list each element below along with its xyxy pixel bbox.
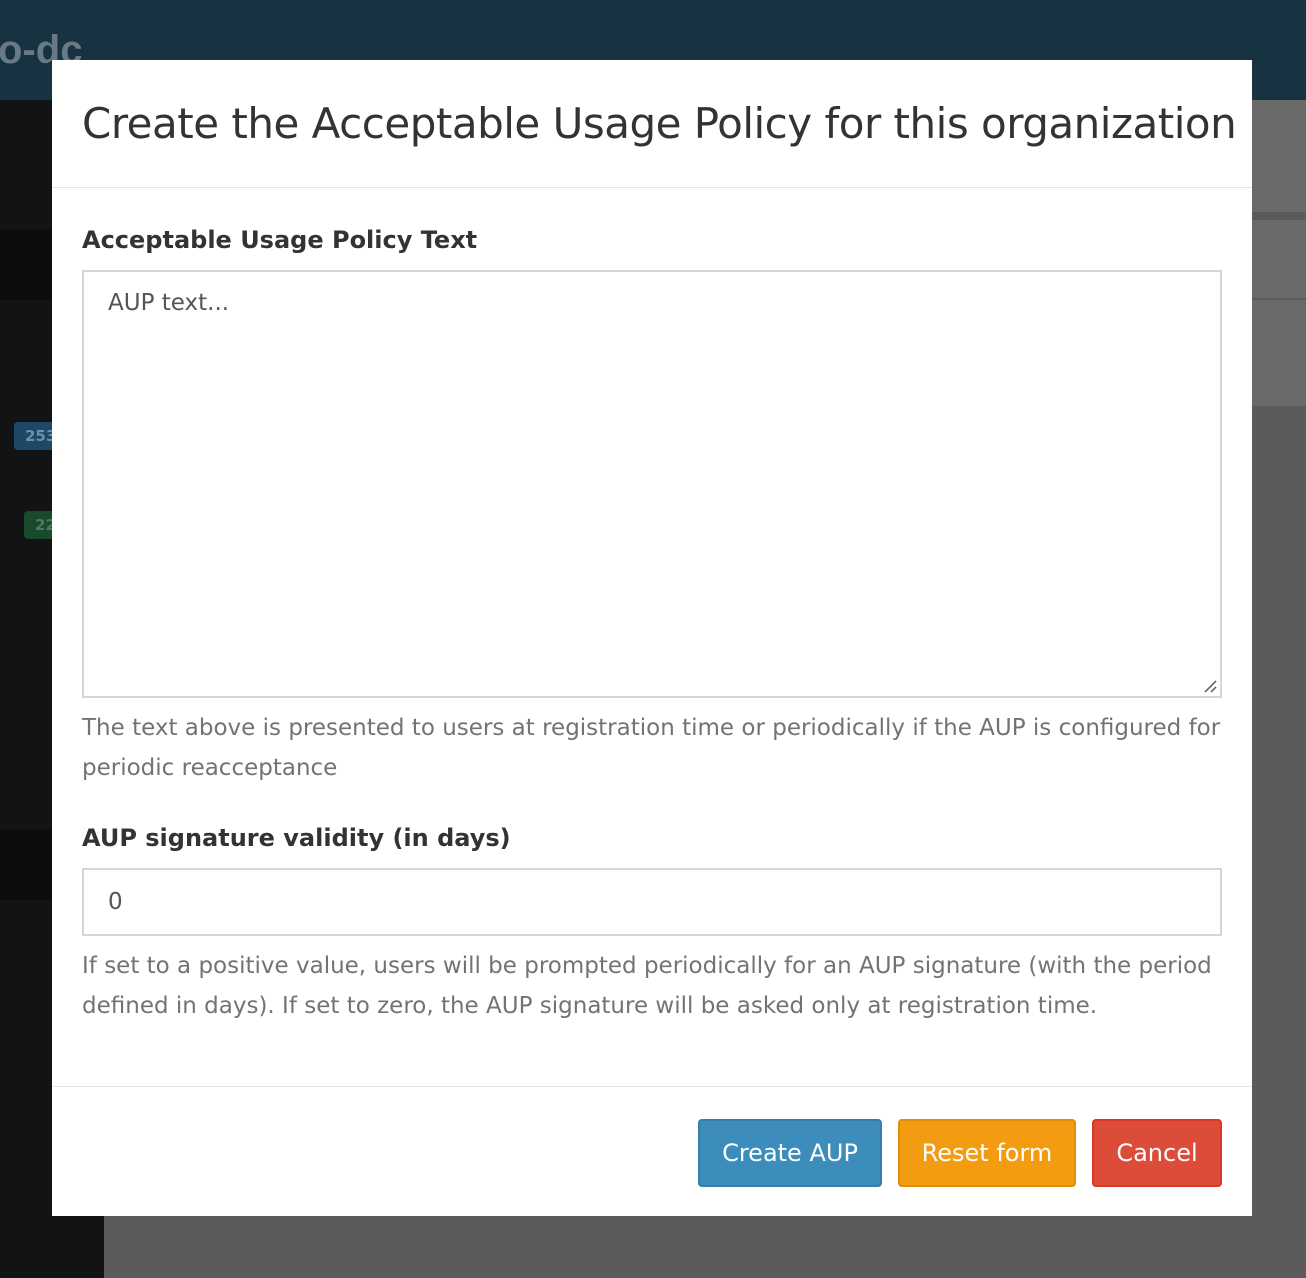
aup-text-help: The text above is presented to users at … (82, 715, 1221, 781)
create-aup-modal: Create the Acceptable Usage Policy for t… (52, 60, 1252, 1216)
create-aup-button[interactable]: Create AUP (698, 1119, 882, 1187)
modal-title: Create the Acceptable Usage Policy for t… (82, 99, 1237, 148)
validity-label: AUP signature validity (in days) (82, 824, 511, 852)
app-panel-edge (1252, 100, 1306, 212)
validity-help: If set to a positive value, users will b… (82, 953, 1212, 1019)
modal-footer: Create AUP Reset form Cancel (52, 1086, 1252, 1216)
modal-header: Create the Acceptable Usage Policy for t… (52, 60, 1252, 188)
aup-text-label: Acceptable Usage Policy Text (82, 226, 478, 254)
resize-handle-icon[interactable] (1202, 678, 1218, 694)
validity-days-input[interactable] (82, 868, 1222, 936)
aup-text-input[interactable] (82, 270, 1222, 698)
app-panel-edge (1252, 220, 1306, 298)
reset-form-button[interactable]: Reset form (898, 1119, 1076, 1187)
app-panel-edge (1252, 300, 1306, 406)
cancel-button[interactable]: Cancel (1092, 1119, 1222, 1187)
